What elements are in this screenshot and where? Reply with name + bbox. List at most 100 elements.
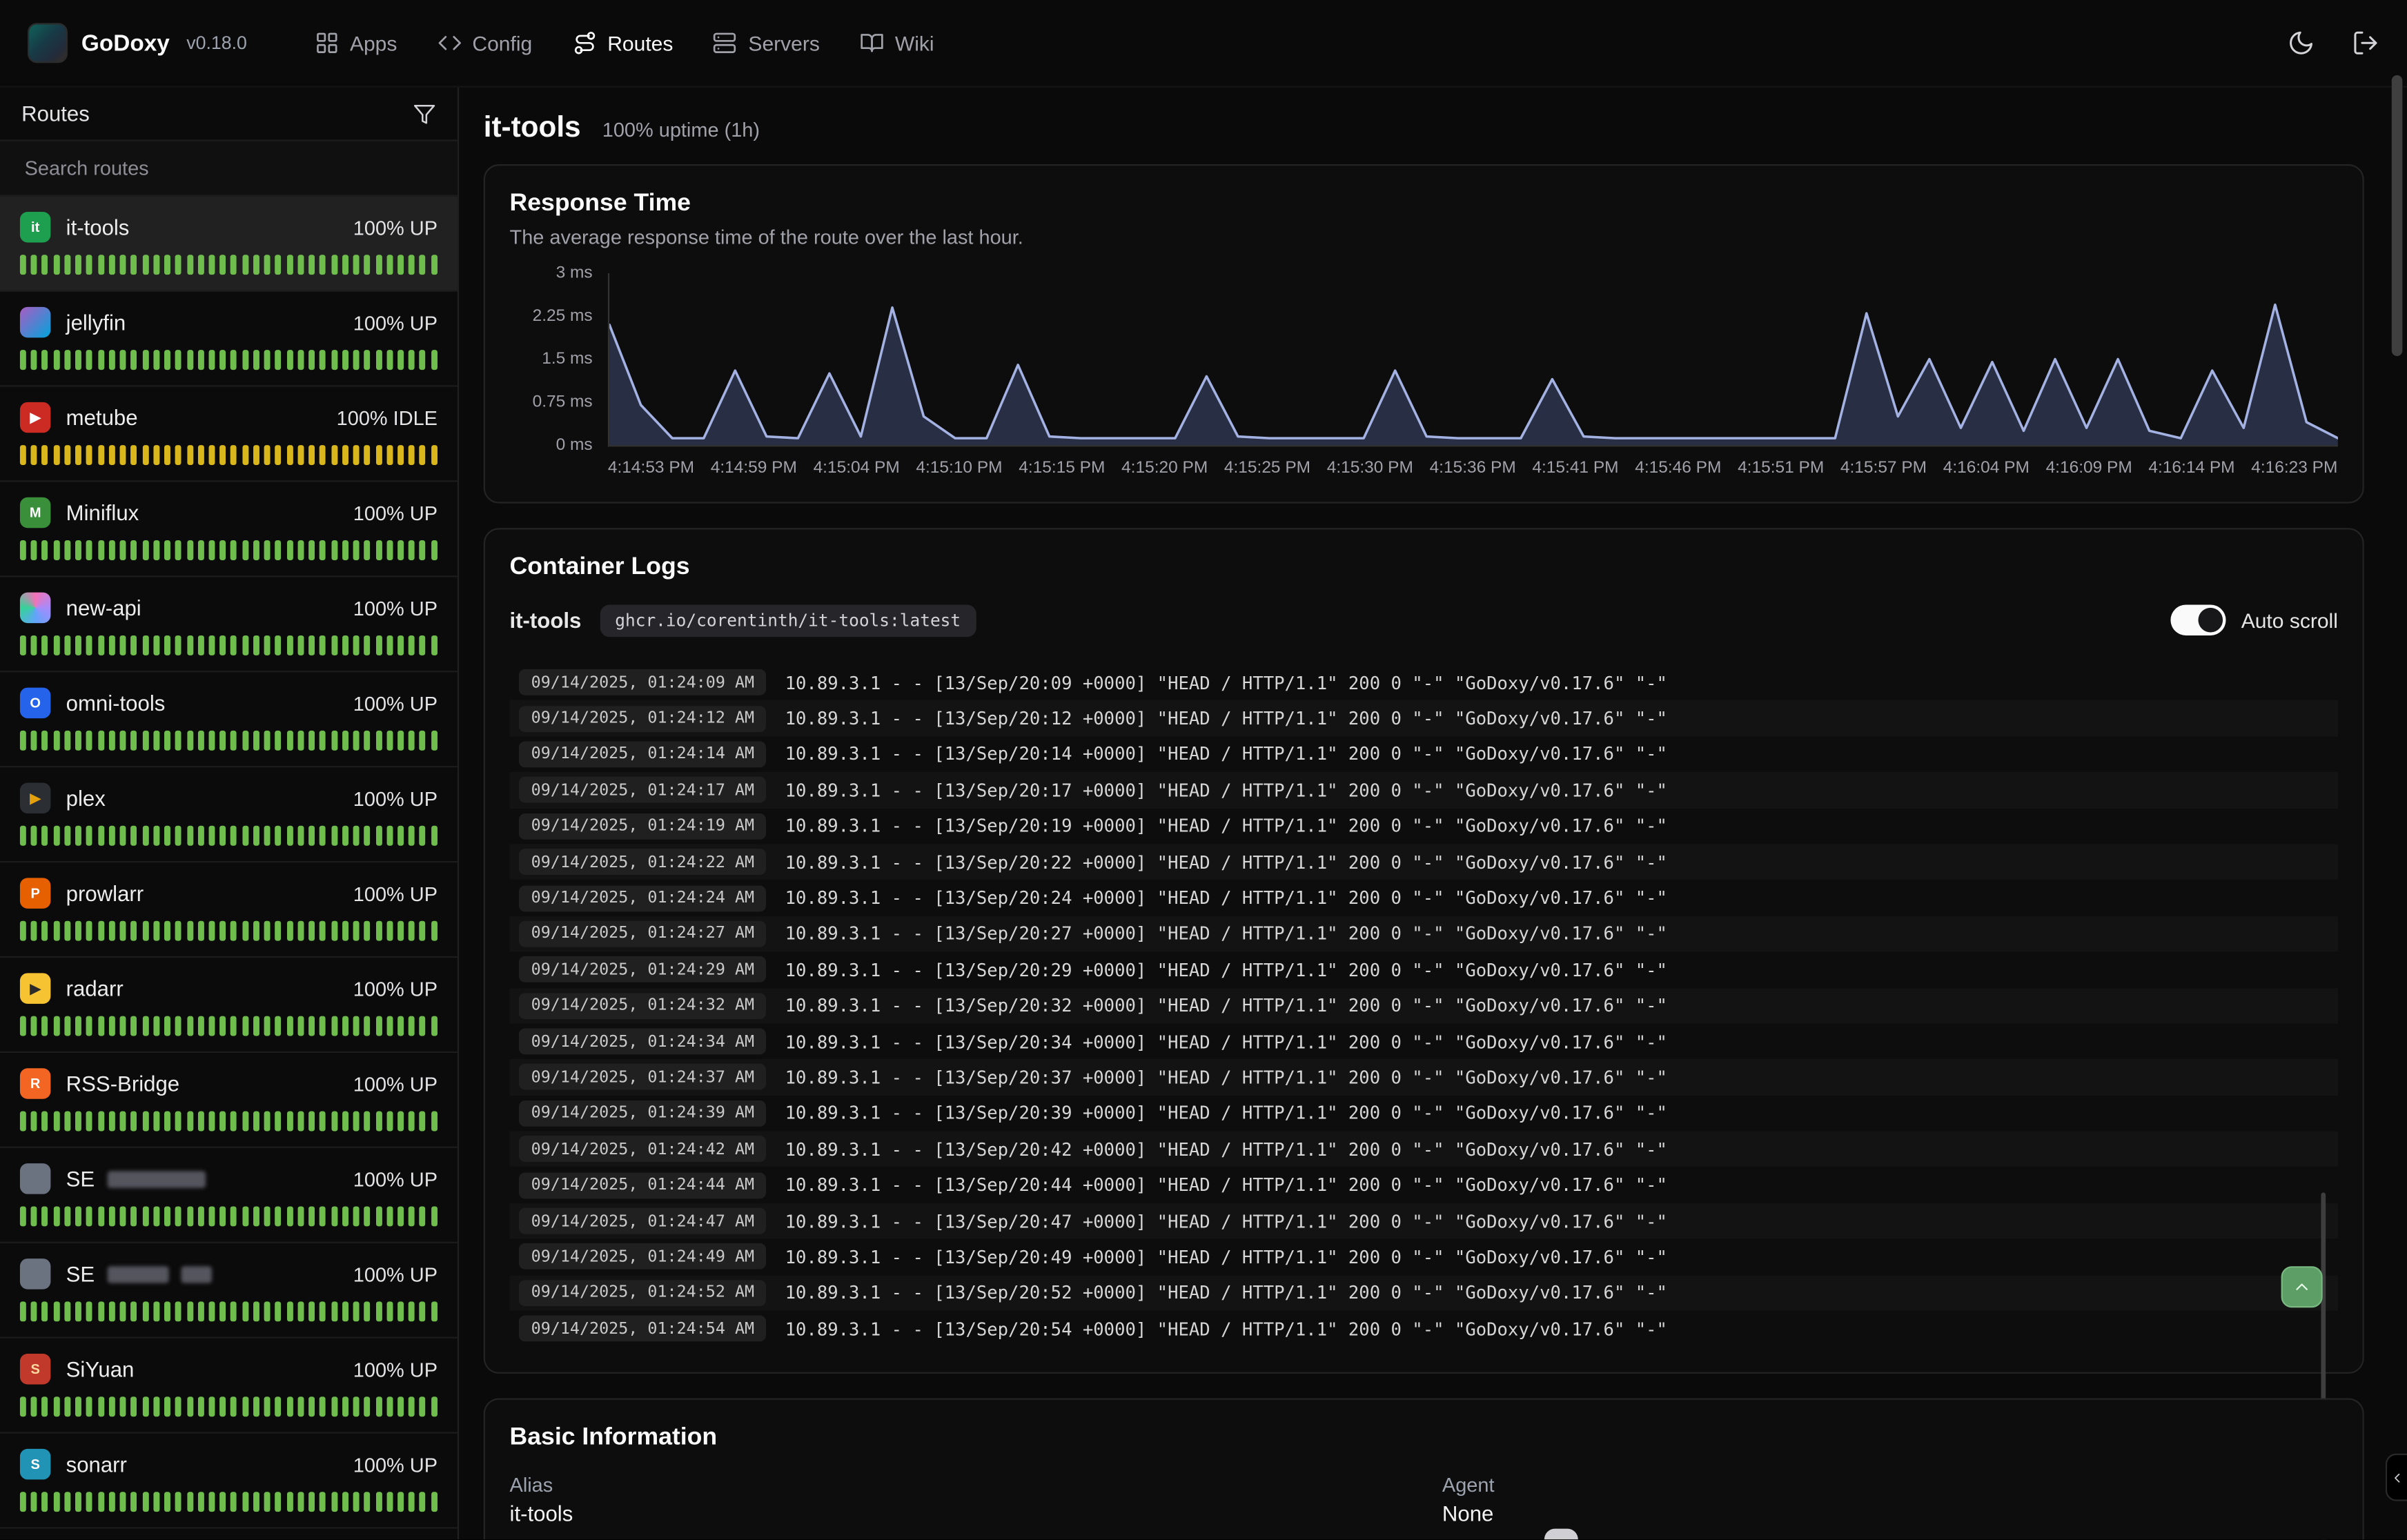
sidebar-route-jellyfin-1[interactable]: jellyfin100% UP: [0, 292, 458, 387]
uptime-bar: [220, 635, 226, 655]
uptime-bar: [31, 1396, 37, 1416]
info-label: Alias: [510, 1474, 1406, 1497]
uptime-bar: [20, 921, 26, 941]
log-row: 09/14/2025, 01:24:42 AM10.89.3.1 - - [13…: [510, 1132, 2338, 1167]
uptime-bar: [286, 1301, 293, 1321]
nav-item-servers[interactable]: Servers: [713, 30, 820, 55]
autoscroll-control: Auto scroll: [2170, 604, 2338, 635]
main-content: it-tools 100% uptime (1h) Response Time …: [459, 88, 2407, 1540]
uptime-bars: [20, 255, 438, 275]
sidebar-route-sonarr-13[interactable]: Ssonarr100% UP: [0, 1434, 458, 1529]
log-row: 09/14/2025, 01:24:14 AM10.89.3.1 - - [13…: [510, 736, 2338, 772]
uptime-bar: [320, 1112, 326, 1132]
sidebar-route-se-11[interactable]: SE100% UP: [0, 1243, 458, 1339]
log-message: 10.89.3.1 - - [13/Sep/20:27 +0000] "HEAD…: [785, 923, 1667, 945]
uptime-bar: [242, 921, 248, 941]
logout-icon[interactable]: [2352, 29, 2379, 57]
uptime-bar: [342, 1396, 348, 1416]
sidebar-route-se-10[interactable]: SE100% UP: [0, 1148, 458, 1243]
uptime-bar: [397, 1301, 404, 1321]
uptime-bars: [20, 731, 438, 751]
uptime-bar: [253, 1492, 259, 1512]
uptime-bar: [420, 445, 426, 465]
uptime-bar: [431, 826, 437, 846]
partially-visible-toggle[interactable]: [1544, 1529, 1578, 1540]
nav-item-wiki[interactable]: Wiki: [860, 30, 934, 55]
log-timestamp: 09/14/2025, 01:24:39 AM: [519, 1100, 767, 1127]
redacted-name-block: [181, 1265, 211, 1282]
uptime-bar: [420, 921, 426, 941]
uptime-bar: [320, 1492, 326, 1512]
uptime-bar: [197, 1112, 204, 1132]
nav-item-routes[interactable]: Routes: [572, 30, 673, 55]
log-list: 09/14/2025, 01:24:09 AM10.89.3.1 - - [13…: [510, 664, 2338, 1348]
search-input[interactable]: [21, 155, 436, 181]
uptime-bar: [342, 1301, 348, 1321]
log-message: 10.89.3.1 - - [13/Sep/20:12 +0000] "HEAD…: [785, 708, 1667, 729]
uptime-bar: [275, 826, 282, 846]
x-axis-label: 4:15:41 PM: [1532, 459, 1618, 477]
uptime-bar: [197, 731, 204, 751]
sidebar-route-rss-bridge-9[interactable]: RRSS-Bridge100% UP: [0, 1053, 458, 1148]
nav-item-config[interactable]: Config: [437, 30, 532, 55]
uptime-bar: [308, 1206, 315, 1226]
filter-icon[interactable]: [413, 102, 435, 125]
page-scrollbar-thumb[interactable]: [2392, 75, 2403, 356]
uptime-bar: [331, 1301, 337, 1321]
uptime-bar: [98, 921, 104, 941]
chart-plot-area: [608, 273, 2338, 446]
autoscroll-toggle[interactable]: [2170, 604, 2226, 635]
uptime-bar: [197, 1016, 204, 1036]
uptime-bar: [275, 1112, 282, 1132]
uptime-bar: [264, 826, 271, 846]
uptime-bar: [53, 1016, 59, 1036]
uptime-bar: [142, 540, 148, 560]
uptime-bar: [42, 1016, 48, 1036]
sidebar-route-new-api-4[interactable]: new-api100% UP: [0, 577, 458, 672]
route-status: 100% UP: [353, 787, 438, 809]
uptime-bar: [20, 1396, 26, 1416]
sidebar-route-omni-tools-5[interactable]: Oomni-tools100% UP: [0, 672, 458, 767]
log-message: 10.89.3.1 - - [13/Sep/20:09 +0000] "HEAD…: [785, 672, 1667, 693]
log-timestamp: 09/14/2025, 01:24:27 AM: [519, 921, 767, 947]
uptime-bars: [20, 445, 438, 465]
autoscroll-label: Auto scroll: [2241, 609, 2338, 631]
uptime-bar: [186, 540, 193, 560]
uptime-bar: [320, 731, 326, 751]
uptime-bar: [364, 540, 371, 560]
sidebar-route-miniflux-3[interactable]: MMiniflux100% UP: [0, 482, 458, 577]
uptime-bar: [342, 826, 348, 846]
dark-mode-moon-icon[interactable]: [2288, 29, 2315, 57]
collapse-panel-tab[interactable]: [2386, 1454, 2407, 1501]
uptime-bar: [142, 1112, 148, 1132]
uptime-bar: [253, 1206, 259, 1226]
sidebar-route-radarr-8[interactable]: ▶radarr100% UP: [0, 958, 458, 1053]
uptime-bar: [153, 540, 159, 560]
info-value: it-tools: [510, 1501, 1406, 1526]
uptime-bar: [120, 826, 126, 846]
scroll-to-top-button[interactable]: [2281, 1266, 2323, 1307]
uptime-bar: [264, 540, 271, 560]
uptime-bar: [31, 1112, 37, 1132]
uptime-bar: [175, 445, 181, 465]
uptime-bar: [53, 540, 59, 560]
uptime-bar: [286, 635, 293, 655]
uptime-bar: [331, 350, 337, 370]
sonarr-app-icon: S: [20, 1449, 50, 1479]
sidebar-route-metube-2[interactable]: ▶metube100% IDLE: [0, 387, 458, 482]
uptime-bar: [197, 1301, 204, 1321]
nav-item-apps[interactable]: Apps: [315, 30, 397, 55]
sidebar-route-plex-6[interactable]: ▶plex100% UP: [0, 767, 458, 862]
uptime-bar: [220, 1396, 226, 1416]
sidebar-route-prowlarr-7[interactable]: Pprowlarr100% UP: [0, 862, 458, 958]
uptime-bar: [186, 445, 193, 465]
sidebar-route-it-tools-0[interactable]: itit-tools100% UP: [0, 197, 458, 292]
uptime-bar: [231, 540, 237, 560]
sidebar-route-siyuan-12[interactable]: SSiYuan100% UP: [0, 1339, 458, 1434]
uptime-bar: [98, 1396, 104, 1416]
log-row: 09/14/2025, 01:24:54 AM10.89.3.1 - - [13…: [510, 1311, 2338, 1347]
uptime-bar: [275, 1396, 282, 1416]
uptime-bar: [353, 921, 360, 941]
uptime-bar: [153, 731, 159, 751]
uptime-bar: [364, 731, 371, 751]
